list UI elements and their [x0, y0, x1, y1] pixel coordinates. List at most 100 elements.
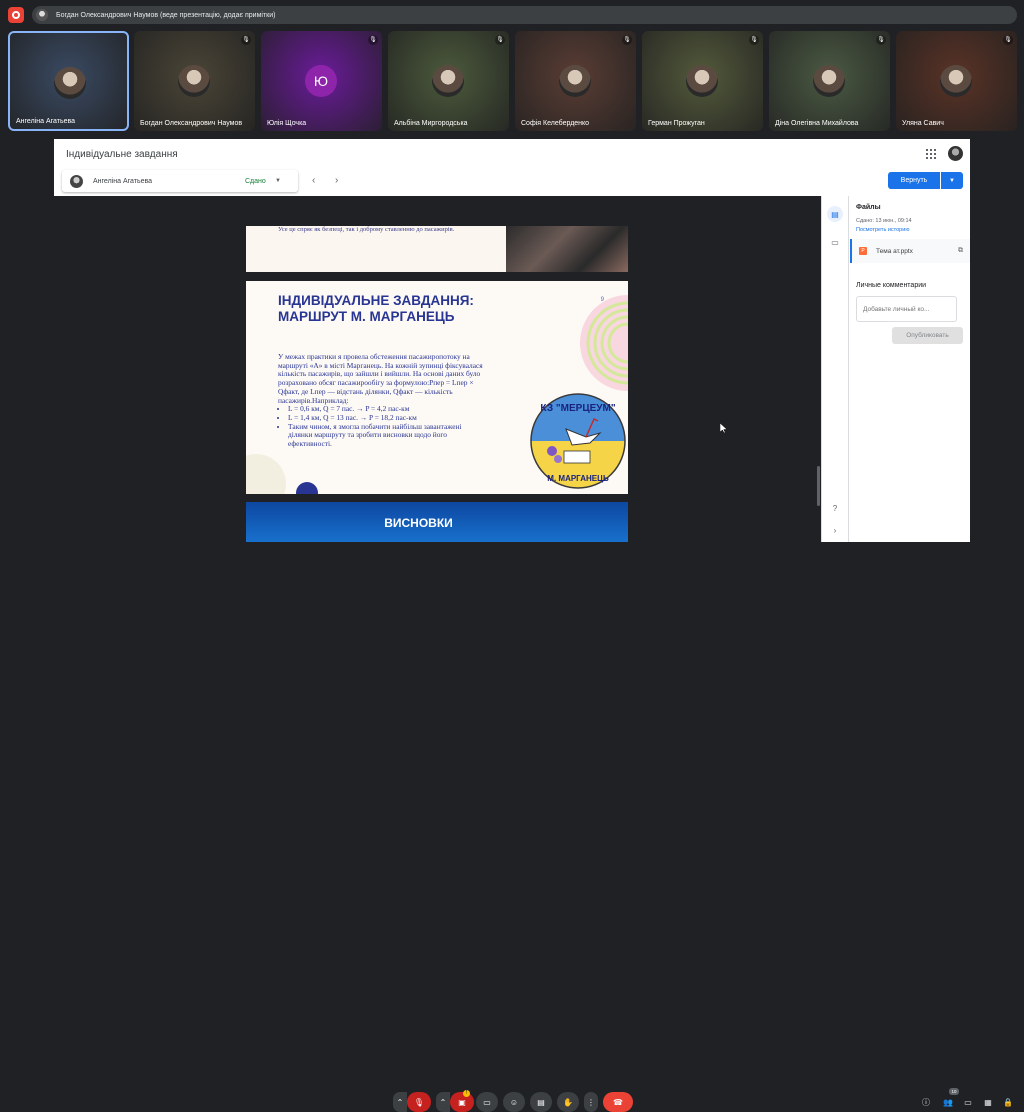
return-button[interactable]: Вернуть — [888, 172, 940, 189]
account-avatar[interactable] — [948, 146, 963, 161]
participant-name: Діна Олегівна Михайлова — [775, 120, 859, 127]
file-name: Тема ат.pptx — [876, 247, 913, 255]
participant-tile[interactable]: Ангеліна Агатьева — [8, 31, 129, 131]
chevron-left-icon[interactable]: ‹ — [312, 175, 315, 186]
emblem-top-text: КЗ "МЕРЦЕУМ" — [540, 403, 615, 414]
mic-active-icon: 🎙 — [1003, 35, 1013, 45]
participant-name: Альбіна Миргородська — [394, 120, 468, 127]
people-count-badge: 10 — [949, 1088, 959, 1095]
avatar — [940, 65, 972, 97]
avatar — [178, 65, 210, 97]
top-bar: Богдан Олександрович Наумов (веде презен… — [0, 0, 1024, 30]
private-comment-input[interactable] — [856, 296, 957, 322]
host-controls-icon[interactable]: 🔒 — [1002, 1096, 1014, 1108]
powerpoint-icon: P — [859, 247, 867, 255]
participant-tile[interactable]: Ю 🎙 Юлія Щочка — [261, 31, 382, 131]
slide-paragraph: У межах практики я провела обстеження па… — [278, 352, 483, 405]
participant-tile[interactable]: 🎙 Уляна Савич — [896, 31, 1017, 131]
publish-button[interactable]: Опубликовать — [892, 327, 963, 344]
slide-list: L = 0,6 км, Q = 7 пас. → P = 4,2 пас-км … — [288, 405, 484, 449]
participant-name: Юлія Щочка — [267, 120, 307, 127]
slide-title: ВИСНОВКИ — [384, 516, 453, 530]
slide-photo — [506, 226, 628, 272]
chevron-right-icon[interactable]: › — [827, 522, 843, 538]
mic-off-button[interactable]: 🎙 — [407, 1092, 431, 1112]
camera-warning-badge: ! — [463, 1090, 470, 1097]
files-title: Файлы — [856, 204, 881, 211]
participant-name: Ангеліна Агатьева — [16, 118, 76, 125]
slide-heading: ІНДИВІДУАЛЬНЕ ЗАВДАННЯ: МАРШРУТ М. МАРГА… — [278, 293, 474, 324]
school-emblem-logo: КЗ "МЕРЦЕУМ" М. МАРГАНЕЦЬ — [530, 393, 626, 489]
avatar — [813, 65, 845, 97]
chevron-right-icon[interactable]: › — [335, 175, 338, 186]
decor-rings — [580, 295, 628, 391]
present-button[interactable]: ▤ — [530, 1092, 552, 1112]
student-avatar — [70, 174, 83, 188]
participant-name: Герман Прожуган — [648, 120, 705, 127]
raise-hand-button[interactable]: ✋ — [557, 1092, 579, 1112]
avatar: Ю — [305, 65, 337, 97]
decor-arc — [246, 454, 286, 494]
slide-text: Усе це спряє як безпеці, так і доброму с… — [278, 226, 455, 233]
side-rail: ▤ ▭ ? › — [822, 196, 849, 542]
status-badge: Сдано — [245, 177, 266, 185]
slide-8: Усе це спряє як безпеці, так і доброму с… — [246, 226, 628, 272]
decor-circle — [296, 482, 318, 494]
open-external-icon[interactable]: ⧉ — [958, 247, 963, 255]
help-icon[interactable]: ? — [827, 500, 843, 516]
assignment-title: Індивідуальне завдання — [66, 149, 178, 160]
participant-name: Богдан Олександрович Наумов — [140, 120, 243, 127]
student-selector[interactable]: Ангеліна Агатьева Сдано ▼ — [62, 170, 298, 192]
mic-active-icon: 🎙 — [241, 35, 251, 45]
document-icon[interactable]: ▤ — [827, 206, 843, 222]
more-options-button[interactable]: ⋮ — [584, 1092, 598, 1112]
call-controls: ⌃ 🎙 ⌃ ▣ ! ▭ ☺ ▤ ✋ ⋮ ☎ ⓘ 👥 10 ▭ ▦ 🔒 — [0, 543, 1024, 1112]
mic-active-icon: 🎙 — [495, 35, 505, 45]
participant-name: Софія Келеберденко — [521, 120, 590, 127]
presenting-banner: Богдан Олександрович Наумов (веде презен… — [32, 6, 1017, 24]
participant-tile[interactable]: 🎙 Софія Келеберденко — [515, 31, 636, 131]
chevron-down-icon[interactable]: ▼ — [275, 178, 281, 184]
info-icon[interactable]: ⓘ — [920, 1096, 932, 1108]
camera-off-button[interactable]: ▣ — [450, 1092, 474, 1112]
comments-title: Личные комментарии — [856, 282, 927, 289]
view-history-link[interactable]: Посмотреть историю — [856, 227, 909, 233]
people-icon[interactable]: 👥 — [942, 1096, 954, 1108]
slide-9: ІНДИВІДУАЛЬНЕ ЗАВДАННЯ: МАРШРУТ М. МАРГА… — [246, 281, 628, 494]
emoji-button[interactable]: ☺ — [503, 1092, 525, 1112]
mic-active-icon: 🎙 — [876, 35, 886, 45]
viewer-scrollbar[interactable] — [817, 466, 820, 506]
student-name: Ангеліна Агатьева — [93, 177, 153, 185]
comment-icon[interactable]: ▭ — [827, 234, 843, 250]
grading-side-panel: ▤ ▭ ? › Файлы Сдано: 13 июн., 09:14 Посм… — [821, 196, 970, 542]
end-call-button[interactable]: ☎ — [603, 1092, 633, 1112]
participant-tile[interactable]: 🎙 Діна Олегівна Михайлова — [769, 31, 890, 131]
presenting-label: Богдан Олександрович Наумов (веде презен… — [56, 11, 276, 19]
participant-name: Уляна Савич — [902, 120, 944, 127]
files-date: Сдано: 13 июн., 09:14 — [856, 218, 912, 224]
mic-active-icon: 🎙 — [749, 35, 759, 45]
slide-body: У межах практики я провела обстеження па… — [278, 352, 484, 449]
activities-icon[interactable]: ▦ — [982, 1096, 994, 1108]
participant-tile[interactable]: 🎙 Богдан Олександрович Наумов — [134, 31, 255, 131]
chat-icon[interactable]: ▭ — [962, 1096, 974, 1108]
return-menu-icon[interactable]: ▼ — [941, 172, 963, 189]
avatar — [686, 65, 718, 97]
apps-grid-icon[interactable] — [926, 149, 936, 159]
captions-button[interactable]: ▭ — [476, 1092, 498, 1112]
list-item: Таким чином, я змогла побачити найбільш … — [288, 422, 484, 449]
record-icon[interactable] — [8, 7, 24, 23]
slide-10: ВИСНОВКИ — [246, 502, 628, 542]
participant-tile[interactable]: 🎙 Альбіна Миргородська — [388, 31, 509, 131]
mic-active-icon: 🎙 — [622, 35, 632, 45]
camera-options-icon[interactable]: ⌃ — [436, 1092, 450, 1112]
avatar — [432, 65, 464, 97]
avatar — [559, 65, 591, 97]
mic-options-icon[interactable]: ⌃ — [393, 1092, 407, 1112]
presenter-avatar — [36, 9, 48, 21]
participant-tile[interactable]: 🎙 Герман Прожуган — [642, 31, 763, 131]
slide-viewer[interactable]: Усе це спряє як безпеці, так і доброму с… — [54, 196, 821, 542]
file-attachment[interactable]: P Тема ат.pptx ⧉ — [850, 239, 970, 263]
mic-active-icon: 🎙 — [368, 35, 378, 45]
avatar — [54, 67, 86, 99]
